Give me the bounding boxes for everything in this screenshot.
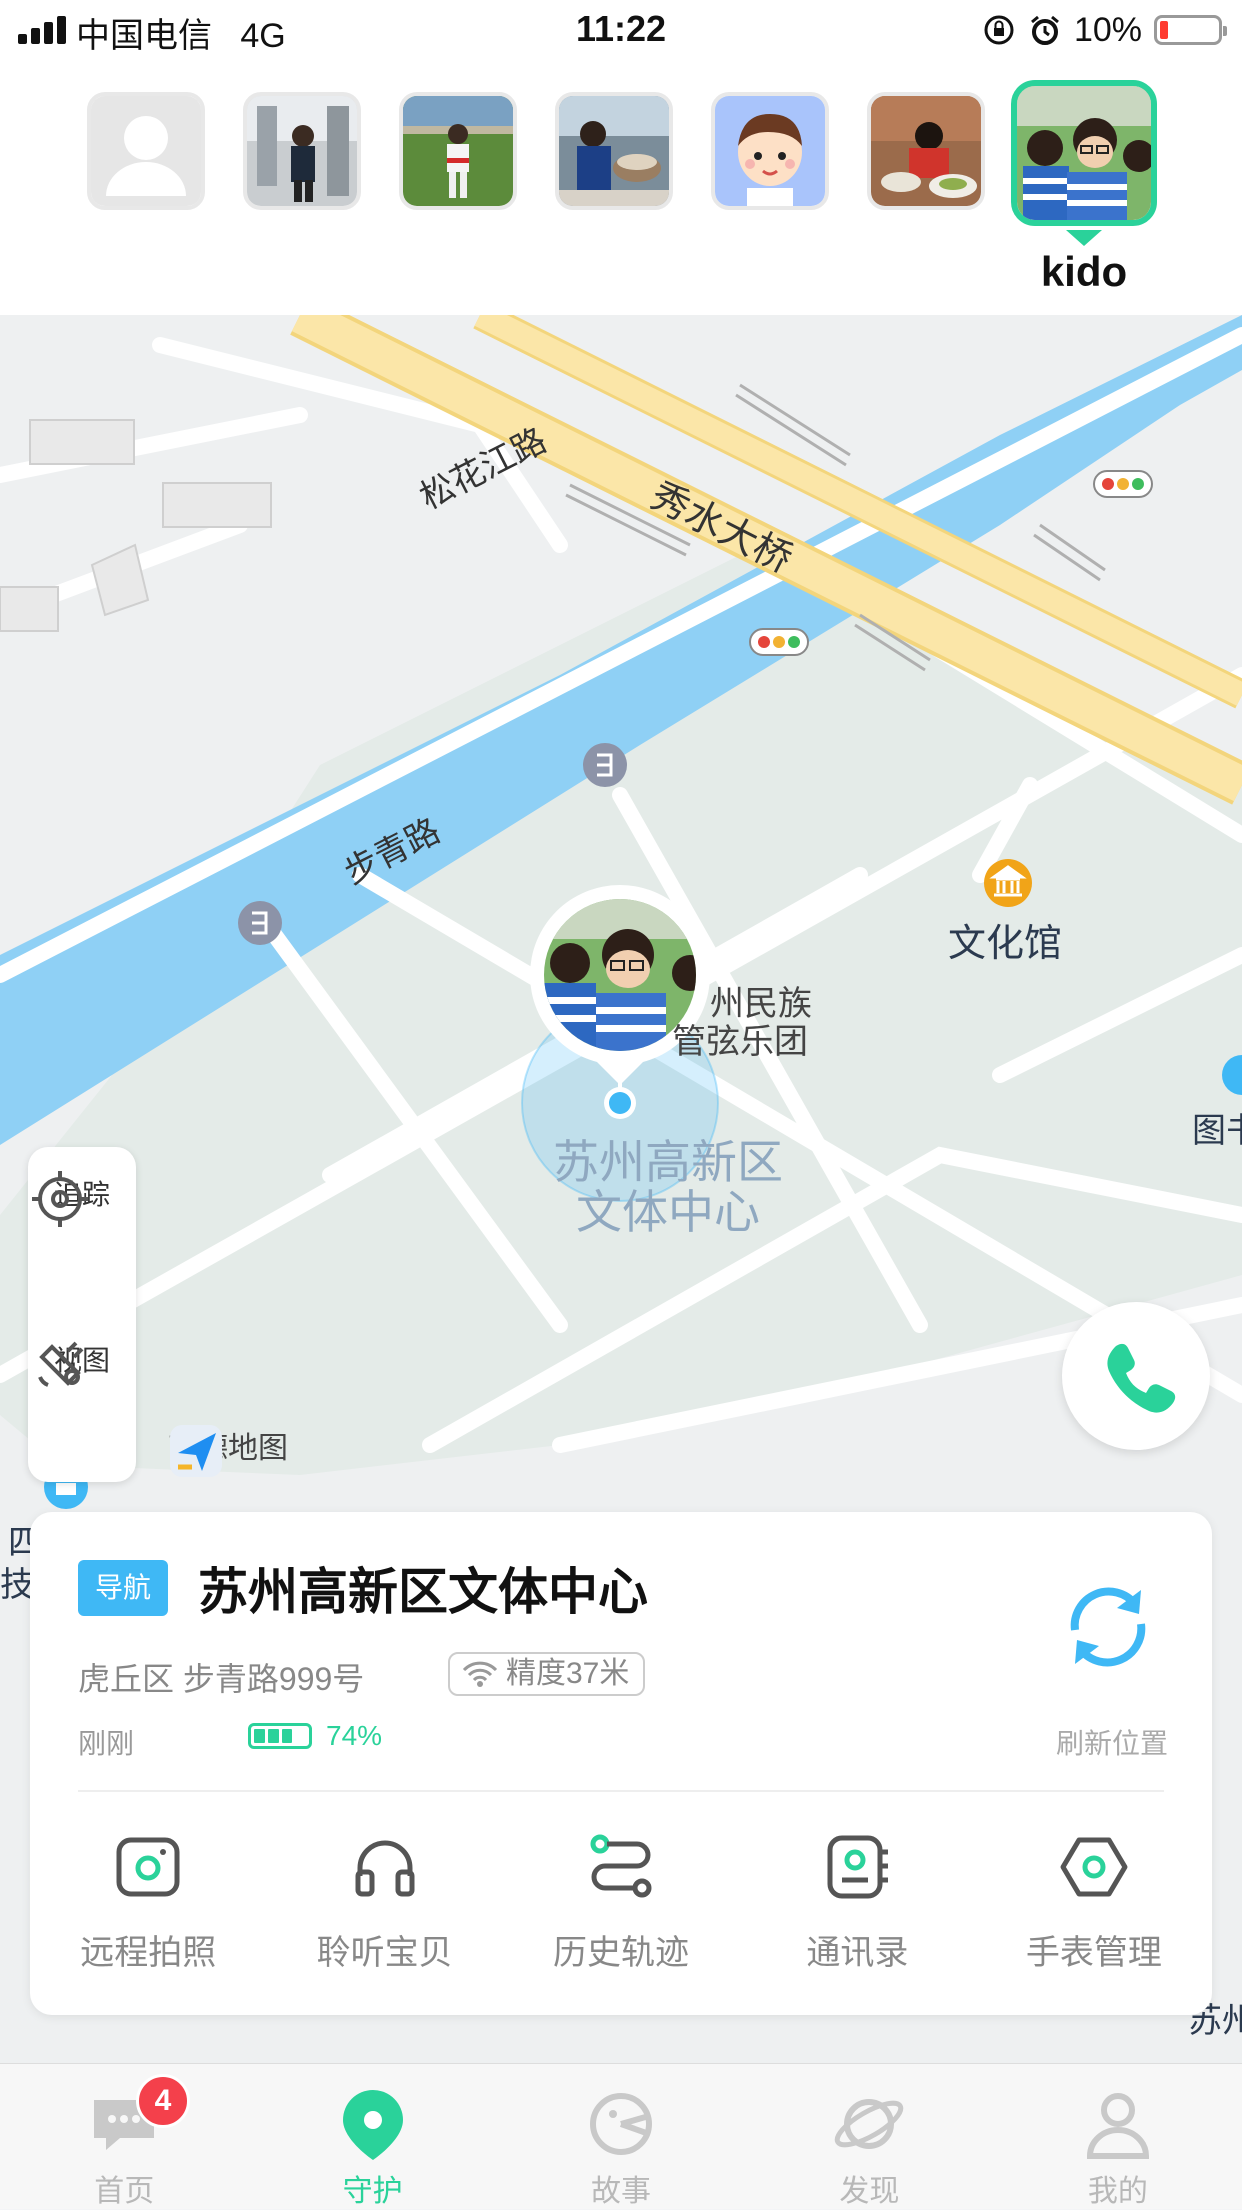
status-bar: 中国电信 4G 11:22 10%: [0, 0, 1242, 60]
avatar-child-1[interactable]: [243, 92, 361, 210]
action-label: 聆听宝贝: [316, 1934, 453, 1972]
contacts-icon: [827, 1835, 889, 1899]
story-icon: [590, 2093, 653, 2155]
rotation-lock-icon: [984, 15, 1014, 45]
tab-me[interactable]: 我的: [994, 2064, 1242, 2209]
address: 虎丘区 步青路999号: [78, 1661, 365, 1697]
refresh-location-label: 刷新位置: [1055, 1728, 1168, 1759]
tab-home[interactable]: 4 首页: [0, 2064, 248, 2209]
tab-guard[interactable]: 守护: [248, 2064, 496, 2209]
location-pin-icon: [342, 2090, 403, 2160]
unread-badge: 4: [136, 2074, 190, 2128]
poi-troupe-line2: 管弦乐团: [672, 1023, 808, 1061]
battery-percent: 10%: [1073, 10, 1142, 49]
history-track-button[interactable]: 历史轨迹: [503, 1830, 739, 1980]
view-button[interactable]: 视图: [28, 1333, 136, 1387]
call-button[interactable]: [1062, 1302, 1210, 1450]
headphones-icon: [355, 1840, 415, 1897]
wifi-icon: [462, 1661, 498, 1687]
navigate-button[interactable]: 导航: [78, 1560, 168, 1616]
museum-icon: [984, 859, 1032, 907]
map-provider: 高德地图: [168, 1423, 288, 1477]
route-icon: [590, 1834, 652, 1898]
poi-sports-center-line2: 文体中心: [576, 1186, 760, 1238]
refresh-icon: [1070, 1587, 1146, 1667]
tab-bar: 4 首页 守护 故事 发现 我的: [0, 2063, 1242, 2209]
accuracy-label: 精度37米: [506, 1657, 630, 1690]
bus-stop-icon: [583, 743, 627, 787]
action-row: 远程拍照 聆听宝贝 历史轨迹 通讯录 手表管理: [30, 1830, 1212, 1980]
track-button[interactable]: 追踪: [28, 1167, 136, 1227]
remote-photo-button[interactable]: 远程拍照: [30, 1830, 266, 1980]
amap-logo-icon: [170, 1425, 222, 1477]
poi-troupe-line1: 州民族: [710, 985, 812, 1023]
poi-edge-right: 图书: [1192, 1112, 1242, 1150]
tab-label: 守护: [342, 2175, 403, 2208]
listen-button[interactable]: 聆听宝贝: [266, 1830, 502, 1980]
selected-child-name: kido: [1040, 248, 1128, 295]
tab-label: 首页: [94, 2175, 155, 2208]
place-name: 苏州高新区文体中心: [198, 1564, 648, 1620]
bus-stop-icon: [238, 901, 282, 945]
traffic-light-icon: [749, 628, 809, 656]
tab-discover[interactable]: 发现: [745, 2064, 993, 2209]
alarm-icon: [1030, 15, 1059, 45]
location-dot: [609, 1092, 631, 1114]
child-selector: kido: [0, 60, 1242, 315]
tab-label: 发现: [839, 2175, 900, 2208]
avatar-child-3[interactable]: [555, 92, 673, 210]
tab-label: 我的: [1087, 2175, 1148, 2208]
avatar-default[interactable]: [87, 92, 205, 210]
location-card: 导航 苏州高新区文体中心 虎丘区 步青路999号 精度37米 刚刚 74% 刷新…: [30, 1512, 1212, 2015]
watch-settings-icon: [1060, 1837, 1128, 1897]
refresh-location-button[interactable]: [1048, 1572, 1168, 1687]
poi-culture-hall[interactable]: 文化馆: [948, 912, 1062, 967]
avatar-kido-selected[interactable]: [1011, 80, 1157, 226]
divider: [78, 1790, 1164, 1792]
satellite-icon: [38, 1341, 84, 1387]
action-label: 手表管理: [1025, 1934, 1162, 1972]
update-time: 刚刚: [78, 1728, 135, 1759]
contacts-button[interactable]: 通讯录: [739, 1830, 975, 1980]
phone-icon: [1107, 1343, 1176, 1413]
battery-icon: [248, 1723, 312, 1749]
planet-icon: [835, 2099, 904, 2149]
traffic-light-icon: [1093, 470, 1153, 498]
avatar-cartoon[interactable]: [711, 92, 829, 210]
avatar-child-2[interactable]: [399, 92, 517, 210]
tab-story[interactable]: 故事: [497, 2064, 745, 2209]
avatar-child-4[interactable]: [867, 92, 985, 210]
poi-sports-center-line1: 苏州高新区: [553, 1136, 783, 1188]
crosshair-icon: [32, 1171, 88, 1227]
poi-edge-left2: 技: [0, 1566, 34, 1604]
action-label: 远程拍照: [80, 1934, 217, 1972]
map-tools-panel: 追踪 视图: [28, 1147, 136, 1482]
action-label: 历史轨迹: [553, 1934, 690, 1972]
selected-pointer: [1066, 230, 1102, 246]
battery-icon: [1154, 15, 1227, 45]
action-label: 通讯录: [806, 1934, 909, 1972]
tab-label: 故事: [591, 2175, 652, 2208]
watch-settings-button[interactable]: 手表管理: [976, 1830, 1212, 1980]
watch-battery: 74%: [248, 1720, 382, 1752]
accuracy-badge: 精度37米: [448, 1652, 646, 1696]
camera-icon: [116, 1837, 180, 1897]
watch-battery-percent: 74%: [326, 1720, 383, 1751]
profile-icon: [1086, 2093, 1149, 2159]
